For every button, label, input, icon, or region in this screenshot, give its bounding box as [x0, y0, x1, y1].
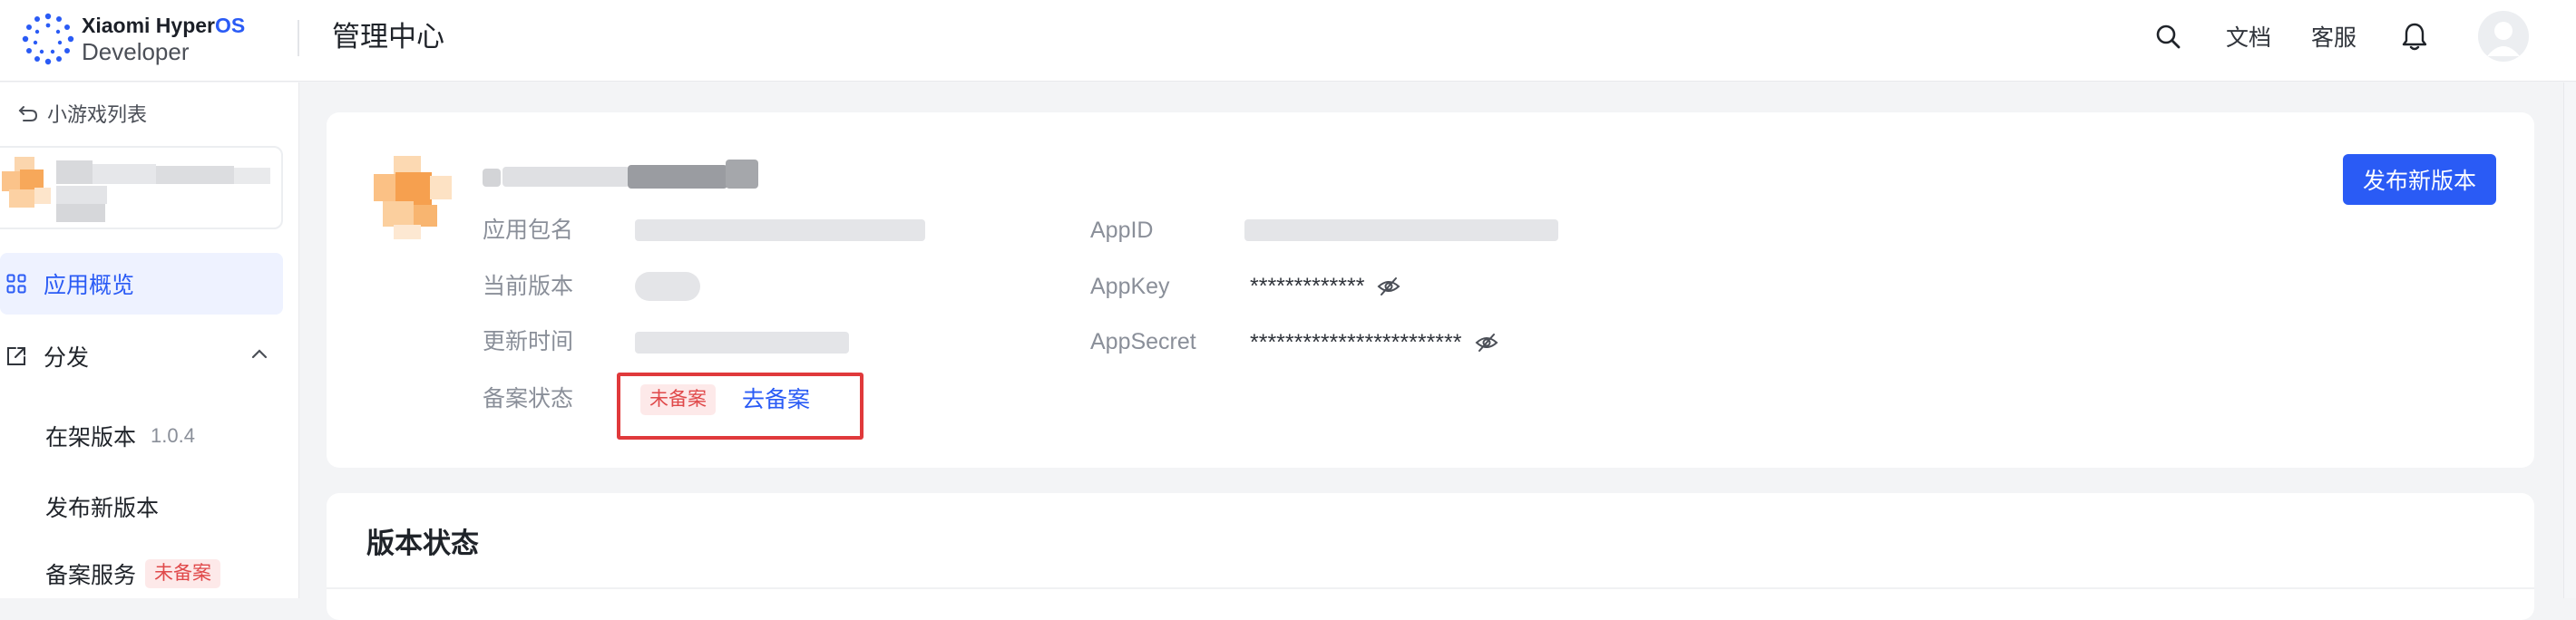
- page-scrollbar[interactable]: [2563, 82, 2576, 598]
- live-version-number: 1.0.4: [151, 424, 195, 447]
- app-secret-label: AppSecret: [1090, 329, 1196, 354]
- external-link-icon: [5, 345, 27, 367]
- app-name-blurred-3: [156, 166, 234, 184]
- current-version-value-blurred: [635, 272, 700, 301]
- app-secret-value: ************************: [1250, 328, 1498, 357]
- app-name-blurred-4: [234, 168, 270, 184]
- section-divider: [327, 587, 2534, 589]
- back-arrow-icon: [18, 106, 38, 121]
- app-key-value: *************: [1250, 272, 1400, 301]
- user-avatar-icon[interactable]: [2478, 11, 2529, 62]
- bell-icon[interactable]: [2396, 18, 2433, 54]
- grid-icon: [5, 273, 27, 295]
- brand-name[interactable]: Xiaomi HyperOS Developer: [82, 13, 245, 65]
- app-sub-blurred: [56, 186, 107, 204]
- current-version-label: 当前版本: [483, 274, 574, 299]
- update-time-label: 更新时间: [483, 329, 574, 354]
- chevron-up-icon[interactable]: [250, 347, 268, 360]
- app-name-blurred: [483, 160, 782, 190]
- sidebar-item-label: 应用概览: [44, 273, 135, 298]
- eye-hidden-icon[interactable]: [1475, 333, 1498, 353]
- header-divider: [298, 20, 299, 56]
- sidebar-item-label: 发布新版本: [45, 496, 160, 521]
- update-time-value-blurred: [635, 332, 849, 354]
- filing-status-badge: 未备案: [145, 559, 221, 588]
- package-name-value-blurred: [635, 219, 925, 241]
- eye-hidden-icon[interactable]: [1377, 276, 1400, 296]
- brand-line1-accent: OS: [215, 14, 246, 37]
- app-icon: [374, 156, 452, 239]
- brand-line2: Developer: [82, 38, 190, 65]
- app-name-blurred-2: [93, 164, 156, 184]
- support-link[interactable]: 客服: [2311, 20, 2356, 53]
- sidebar-item-label: 备案服务: [45, 563, 137, 588]
- portal-title: 管理中心: [332, 21, 444, 53]
- app-id-value-blurred: [1244, 219, 1558, 241]
- sidebar-item-label: 在架版本: [45, 425, 137, 450]
- sidebar-item-filing-service[interactable]: 备案服务 未备案: [45, 557, 221, 590]
- sidebar-item-live-version[interactable]: 在架版本 1.0.4: [45, 420, 195, 452]
- app-secret-masked: ************************: [1250, 330, 1462, 355]
- hyperos-logo-icon[interactable]: [20, 11, 76, 67]
- sidebar-item-label: 分发: [44, 345, 90, 371]
- back-label: 小游戏列表: [47, 103, 148, 126]
- sidebar-item-publish-new-version[interactable]: 发布新版本: [45, 490, 159, 523]
- header-actions: 文档 客服: [2110, 0, 2529, 73]
- app-thumbnail-icon: [2, 157, 51, 208]
- app-info-card: 应用包名 当前版本 更新时间 备案状态 未备案 去备案 AppID AppKey…: [327, 112, 2534, 468]
- version-status-title: 版本状态: [366, 528, 479, 559]
- sidebar-item-app-overview[interactable]: 应用概览: [0, 253, 283, 315]
- app-sub-blurred-2: [56, 204, 105, 222]
- top-header: Xiaomi HyperOS Developer 管理中心 文档 客服: [0, 0, 2576, 82]
- sidebar: 小游戏列表 应用概览 分发 在架版本 1.0.4 发布新版本 备案服务 未备案: [0, 82, 299, 598]
- go-filing-link[interactable]: 去备案: [742, 385, 810, 414]
- back-to-minigame-list[interactable]: 小游戏列表: [18, 99, 147, 128]
- version-status-card: 版本状态: [327, 493, 2534, 620]
- docs-link[interactable]: 文档: [2226, 20, 2271, 53]
- brand-line1-prefix: Xiaomi Hyper: [82, 14, 215, 37]
- app-key-label: AppKey: [1090, 274, 1170, 299]
- package-name-label: 应用包名: [483, 218, 574, 243]
- filing-status-label: 备案状态: [483, 386, 574, 412]
- search-icon[interactable]: [2150, 18, 2186, 54]
- app-name-blurred: [56, 160, 93, 184]
- filing-status-badge: 未备案: [640, 384, 716, 415]
- app-id-label: AppID: [1090, 218, 1154, 243]
- sidebar-item-distribute[interactable]: 分发: [0, 325, 283, 387]
- publish-new-version-button[interactable]: 发布新版本: [2342, 154, 2496, 205]
- app-key-masked: *************: [1250, 274, 1365, 299]
- app-switcher-card[interactable]: [0, 146, 283, 229]
